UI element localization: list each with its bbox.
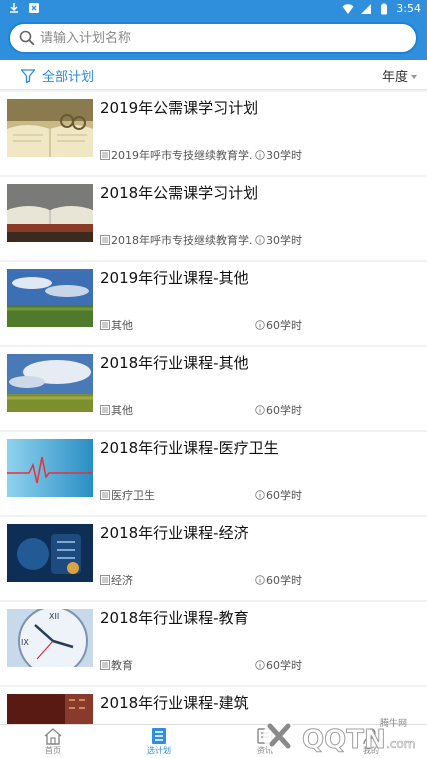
- course-category: 经济: [100, 572, 133, 588]
- course-hours: 60学时: [255, 402, 302, 418]
- course-thumbnail: [7, 269, 93, 327]
- course-item[interactable]: 2018年行业课程-其他 其他 60学时: [0, 347, 427, 430]
- info-circle-icon: [255, 320, 265, 330]
- status-time: 3:54: [396, 2, 421, 15]
- year-label: 年度: [381, 70, 408, 85]
- nav-mine-label: 我的: [363, 746, 379, 755]
- nav-news[interactable]: 资讯: [230, 727, 300, 756]
- course-category: 其他: [100, 402, 133, 418]
- svg-text:IX: IX: [21, 638, 29, 647]
- list-small-icon: [100, 235, 110, 245]
- status-bar: 3:54: [0, 0, 427, 18]
- course-category: 教育: [100, 657, 133, 673]
- cloudy-grassland-image: [7, 354, 93, 412]
- search-input[interactable]: [40, 30, 400, 46]
- user-icon: [363, 728, 379, 745]
- digital-money-image: [7, 524, 93, 582]
- course-hours: 60学时: [255, 487, 302, 503]
- list-small-icon: [100, 405, 110, 415]
- info-circle-icon: [255, 150, 265, 160]
- course-title: 2018年公需课学习计划: [100, 184, 259, 202]
- open-book-image: [7, 99, 93, 157]
- year-dropdown[interactable]: 年度: [382, 66, 417, 85]
- dropdown-caret-icon: [411, 74, 417, 79]
- course-title: 2018年行业课程-医疗卫生: [100, 439, 279, 457]
- app-notification-icon: [29, 3, 39, 13]
- course-item[interactable]: 2019年行业课程-其他 其他 60学时: [0, 262, 427, 345]
- nav-mine[interactable]: 我的: [336, 727, 406, 756]
- info-circle-icon: [255, 575, 265, 585]
- course-item[interactable]: 2019年公需课学习计划 2019年呼市专技继续教育学... 30学时: [0, 92, 427, 175]
- all-plans-label: 全部计划: [42, 70, 95, 85]
- wifi-icon: [342, 3, 354, 14]
- course-title: 2018年行业课程-经济: [100, 524, 249, 542]
- course-item[interactable]: 2018年行业课程-医疗卫生 医疗卫生 60学时: [0, 432, 427, 515]
- course-hours: 60学时: [255, 572, 302, 588]
- nav-select-plan[interactable]: 选计划: [124, 727, 194, 756]
- all-plans-filter[interactable]: 全部计划: [20, 66, 94, 85]
- svg-text:XII: XII: [49, 612, 59, 621]
- course-thumbnail: [7, 439, 93, 497]
- course-category: 医疗卫生: [100, 487, 155, 503]
- list-small-icon: [100, 660, 110, 670]
- heartbeat-image: [7, 439, 93, 497]
- home-icon: [44, 728, 62, 745]
- course-thumbnail: [7, 524, 93, 582]
- course-category: 其他: [100, 317, 133, 333]
- course-title: 2019年公需课学习计划: [100, 99, 259, 117]
- course-title: 2018年行业课程-其他: [100, 354, 249, 372]
- nav-home-label: 首页: [45, 746, 61, 755]
- course-list: 2019年公需课学习计划 2019年呼市专技继续教育学... 30学时 2018…: [0, 92, 427, 724]
- battery-icon: [381, 3, 388, 14]
- course-hours: 30学时: [255, 232, 302, 248]
- course-thumbnail: IX XII: [7, 609, 93, 667]
- download-icon: [10, 3, 18, 13]
- clock-image: IX XII: [7, 609, 93, 667]
- news-icon: [257, 728, 273, 744]
- course-thumbnail: [7, 354, 93, 412]
- info-circle-icon: [255, 660, 265, 670]
- course-title: 2019年行业课程-其他: [100, 269, 249, 287]
- signal-icon: [361, 3, 372, 14]
- course-hours: 60学时: [255, 657, 302, 673]
- search-icon: [19, 30, 35, 46]
- nav-select-plan-label: 选计划: [147, 746, 171, 755]
- course-hours: 30学时: [255, 147, 302, 163]
- course-title: 2018年行业课程-建筑: [100, 694, 249, 712]
- course-item[interactable]: 2018年公需课学习计划 2018年呼市专技继续教育学... 30学时: [0, 177, 427, 260]
- list-small-icon: [100, 490, 110, 500]
- info-circle-icon: [255, 235, 265, 245]
- filter-bar: 全部计划 年度: [0, 60, 427, 90]
- list-icon: [152, 728, 166, 744]
- course-thumbnail: [7, 694, 93, 724]
- course-thumbnail: [7, 99, 93, 157]
- search-box[interactable]: [8, 22, 418, 54]
- course-category: 2019年呼市专技继续教育学...: [100, 147, 252, 163]
- info-circle-icon: [255, 405, 265, 415]
- bottom-navigation: 首页 选计划 资讯 我的: [0, 724, 427, 758]
- grassland-image: [7, 269, 93, 327]
- list-small-icon: [100, 320, 110, 330]
- course-item[interactable]: 2018年行业课程-建筑: [0, 687, 427, 724]
- building-image: [7, 694, 93, 724]
- list-small-icon: [100, 150, 110, 160]
- course-thumbnail: [7, 184, 93, 242]
- stacked-books-image: [7, 184, 93, 242]
- course-item[interactable]: 2018年行业课程-经济 经济 60学时: [0, 517, 427, 600]
- course-title: 2018年行业课程-教育: [100, 609, 249, 627]
- course-item[interactable]: IX XII 2018年行业课程-教育 教育 60学时: [0, 602, 427, 685]
- nav-home[interactable]: 首页: [18, 727, 88, 756]
- list-small-icon: [100, 575, 110, 585]
- funnel-icon: [20, 68, 36, 83]
- course-category: 2018年呼市专技继续教育学...: [100, 232, 252, 248]
- header: [0, 18, 427, 60]
- nav-news-label: 资讯: [257, 746, 273, 755]
- info-circle-icon: [255, 490, 265, 500]
- course-hours: 60学时: [255, 317, 302, 333]
